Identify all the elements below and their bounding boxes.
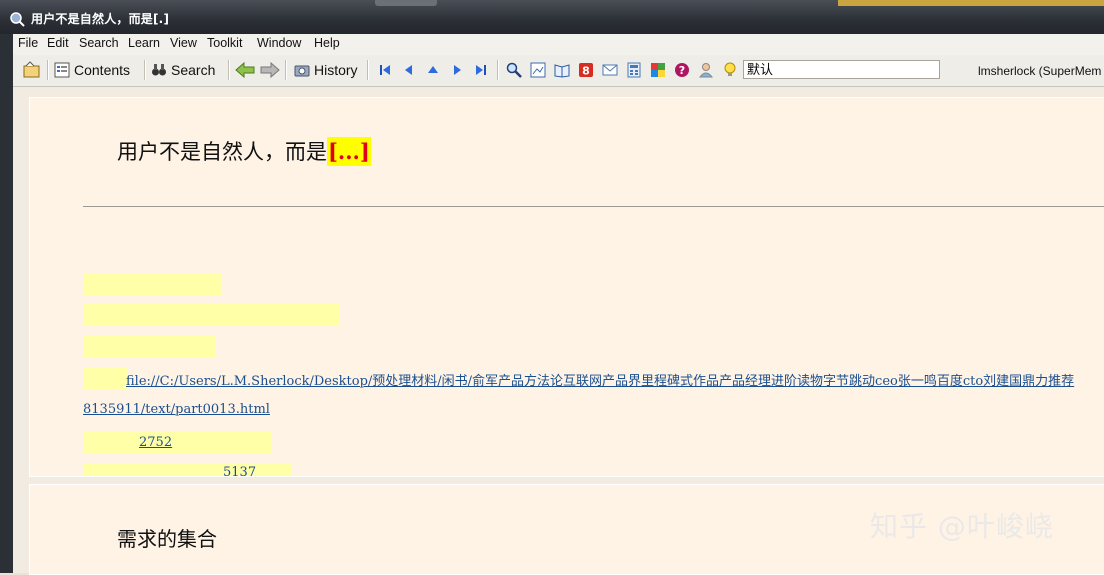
window-title: 用户不是自然人，而是[.] — [31, 12, 170, 26]
question-stem: 用户不是自然人，而是 — [117, 140, 327, 164]
source-link-continued[interactable]: 8135911/text/part0013.html — [83, 402, 270, 417]
user-icon[interactable] — [698, 62, 714, 78]
svg-text:8: 8 — [582, 65, 590, 78]
menu-toolkit[interactable]: Toolkit — [207, 36, 242, 50]
last-element-icon[interactable] — [473, 62, 489, 78]
menu-view[interactable]: View — [170, 36, 197, 50]
question-text: 用户不是自然人，而是[...] — [117, 136, 371, 166]
contents-icon — [54, 62, 70, 78]
supermemo-app-icon — [10, 12, 25, 27]
next-element-icon[interactable] — [449, 62, 465, 78]
search-button[interactable]: Search — [151, 59, 215, 81]
history-label: History — [314, 62, 358, 78]
reference-highlight — [83, 368, 127, 390]
parent-element-icon[interactable] — [425, 62, 441, 78]
reference-highlight — [83, 336, 216, 358]
reference-highlight — [83, 273, 221, 295]
watermark: 知乎 @叶峻峣 — [870, 510, 1054, 543]
background-window-tab — [375, 0, 437, 6]
add-topic-icon[interactable] — [23, 61, 41, 79]
menu-file[interactable]: File — [18, 36, 38, 50]
menu-bar: File Edit Search Learn View Toolkit Wind… — [13, 34, 1104, 56]
previous-element-icon[interactable] — [401, 62, 417, 78]
camera-icon — [294, 65, 310, 77]
background-window-tab — [838, 0, 1104, 6]
lightbulb-icon[interactable] — [722, 62, 738, 78]
reference-highlight — [83, 304, 339, 326]
title-bar: 用户不是自然人，而是[.] — [0, 0, 1104, 34]
menu-edit[interactable]: Edit — [47, 36, 69, 50]
binoculars-icon — [152, 64, 166, 76]
back-arrow-icon[interactable] — [235, 62, 255, 78]
find-icon[interactable] — [506, 62, 522, 78]
reference-number[interactable]: 5137 — [223, 465, 256, 476]
mail-icon[interactable] — [602, 62, 618, 78]
cloze-deletion: [...] — [327, 137, 371, 166]
search-input[interactable]: 默认 — [743, 60, 940, 79]
window-frame — [0, 34, 13, 573]
user-collection-label: lmsherlock (SuperMem — [978, 64, 1102, 78]
reference-highlight — [83, 432, 272, 454]
menu-search[interactable]: Search — [79, 36, 119, 50]
divider — [83, 206, 1104, 207]
toolbar: Contents Search History 8 ? 默认 lmsherloc… — [13, 55, 1104, 87]
book-icon[interactable] — [554, 62, 570, 78]
contents-label: Contents — [74, 62, 131, 78]
reference-number[interactable]: 2752 — [139, 435, 172, 450]
image-search-icon[interactable] — [530, 62, 546, 78]
color-grid-icon[interactable] — [650, 62, 666, 78]
answer-text: 需求的集合 — [117, 527, 217, 551]
first-element-icon[interactable] — [377, 62, 393, 78]
question-panel[interactable]: 用户不是自然人，而是[...] file://C:/Users/L.M.Sher… — [29, 97, 1104, 477]
contents-button[interactable]: Contents — [54, 59, 130, 81]
forward-arrow-icon[interactable] — [260, 62, 280, 78]
menu-learn[interactable]: Learn — [128, 36, 160, 50]
source-link[interactable]: file://C:/Users/L.M.Sherlock/Desktop/预处理… — [126, 370, 1074, 389]
history-button[interactable]: History — [294, 59, 358, 81]
menu-help[interactable]: Help — [314, 36, 340, 50]
search-label: Search — [171, 62, 216, 78]
google-icon[interactable]: 8 — [578, 62, 594, 78]
calculator-icon[interactable] — [626, 62, 642, 78]
svg-text:?: ? — [679, 64, 685, 77]
menu-window[interactable]: Window — [257, 36, 301, 50]
element-window: 用户不是自然人，而是[...] file://C:/Users/L.M.Sher… — [13, 87, 1104, 575]
reference-highlight — [83, 464, 291, 476]
help-icon[interactable]: ? — [674, 62, 690, 78]
